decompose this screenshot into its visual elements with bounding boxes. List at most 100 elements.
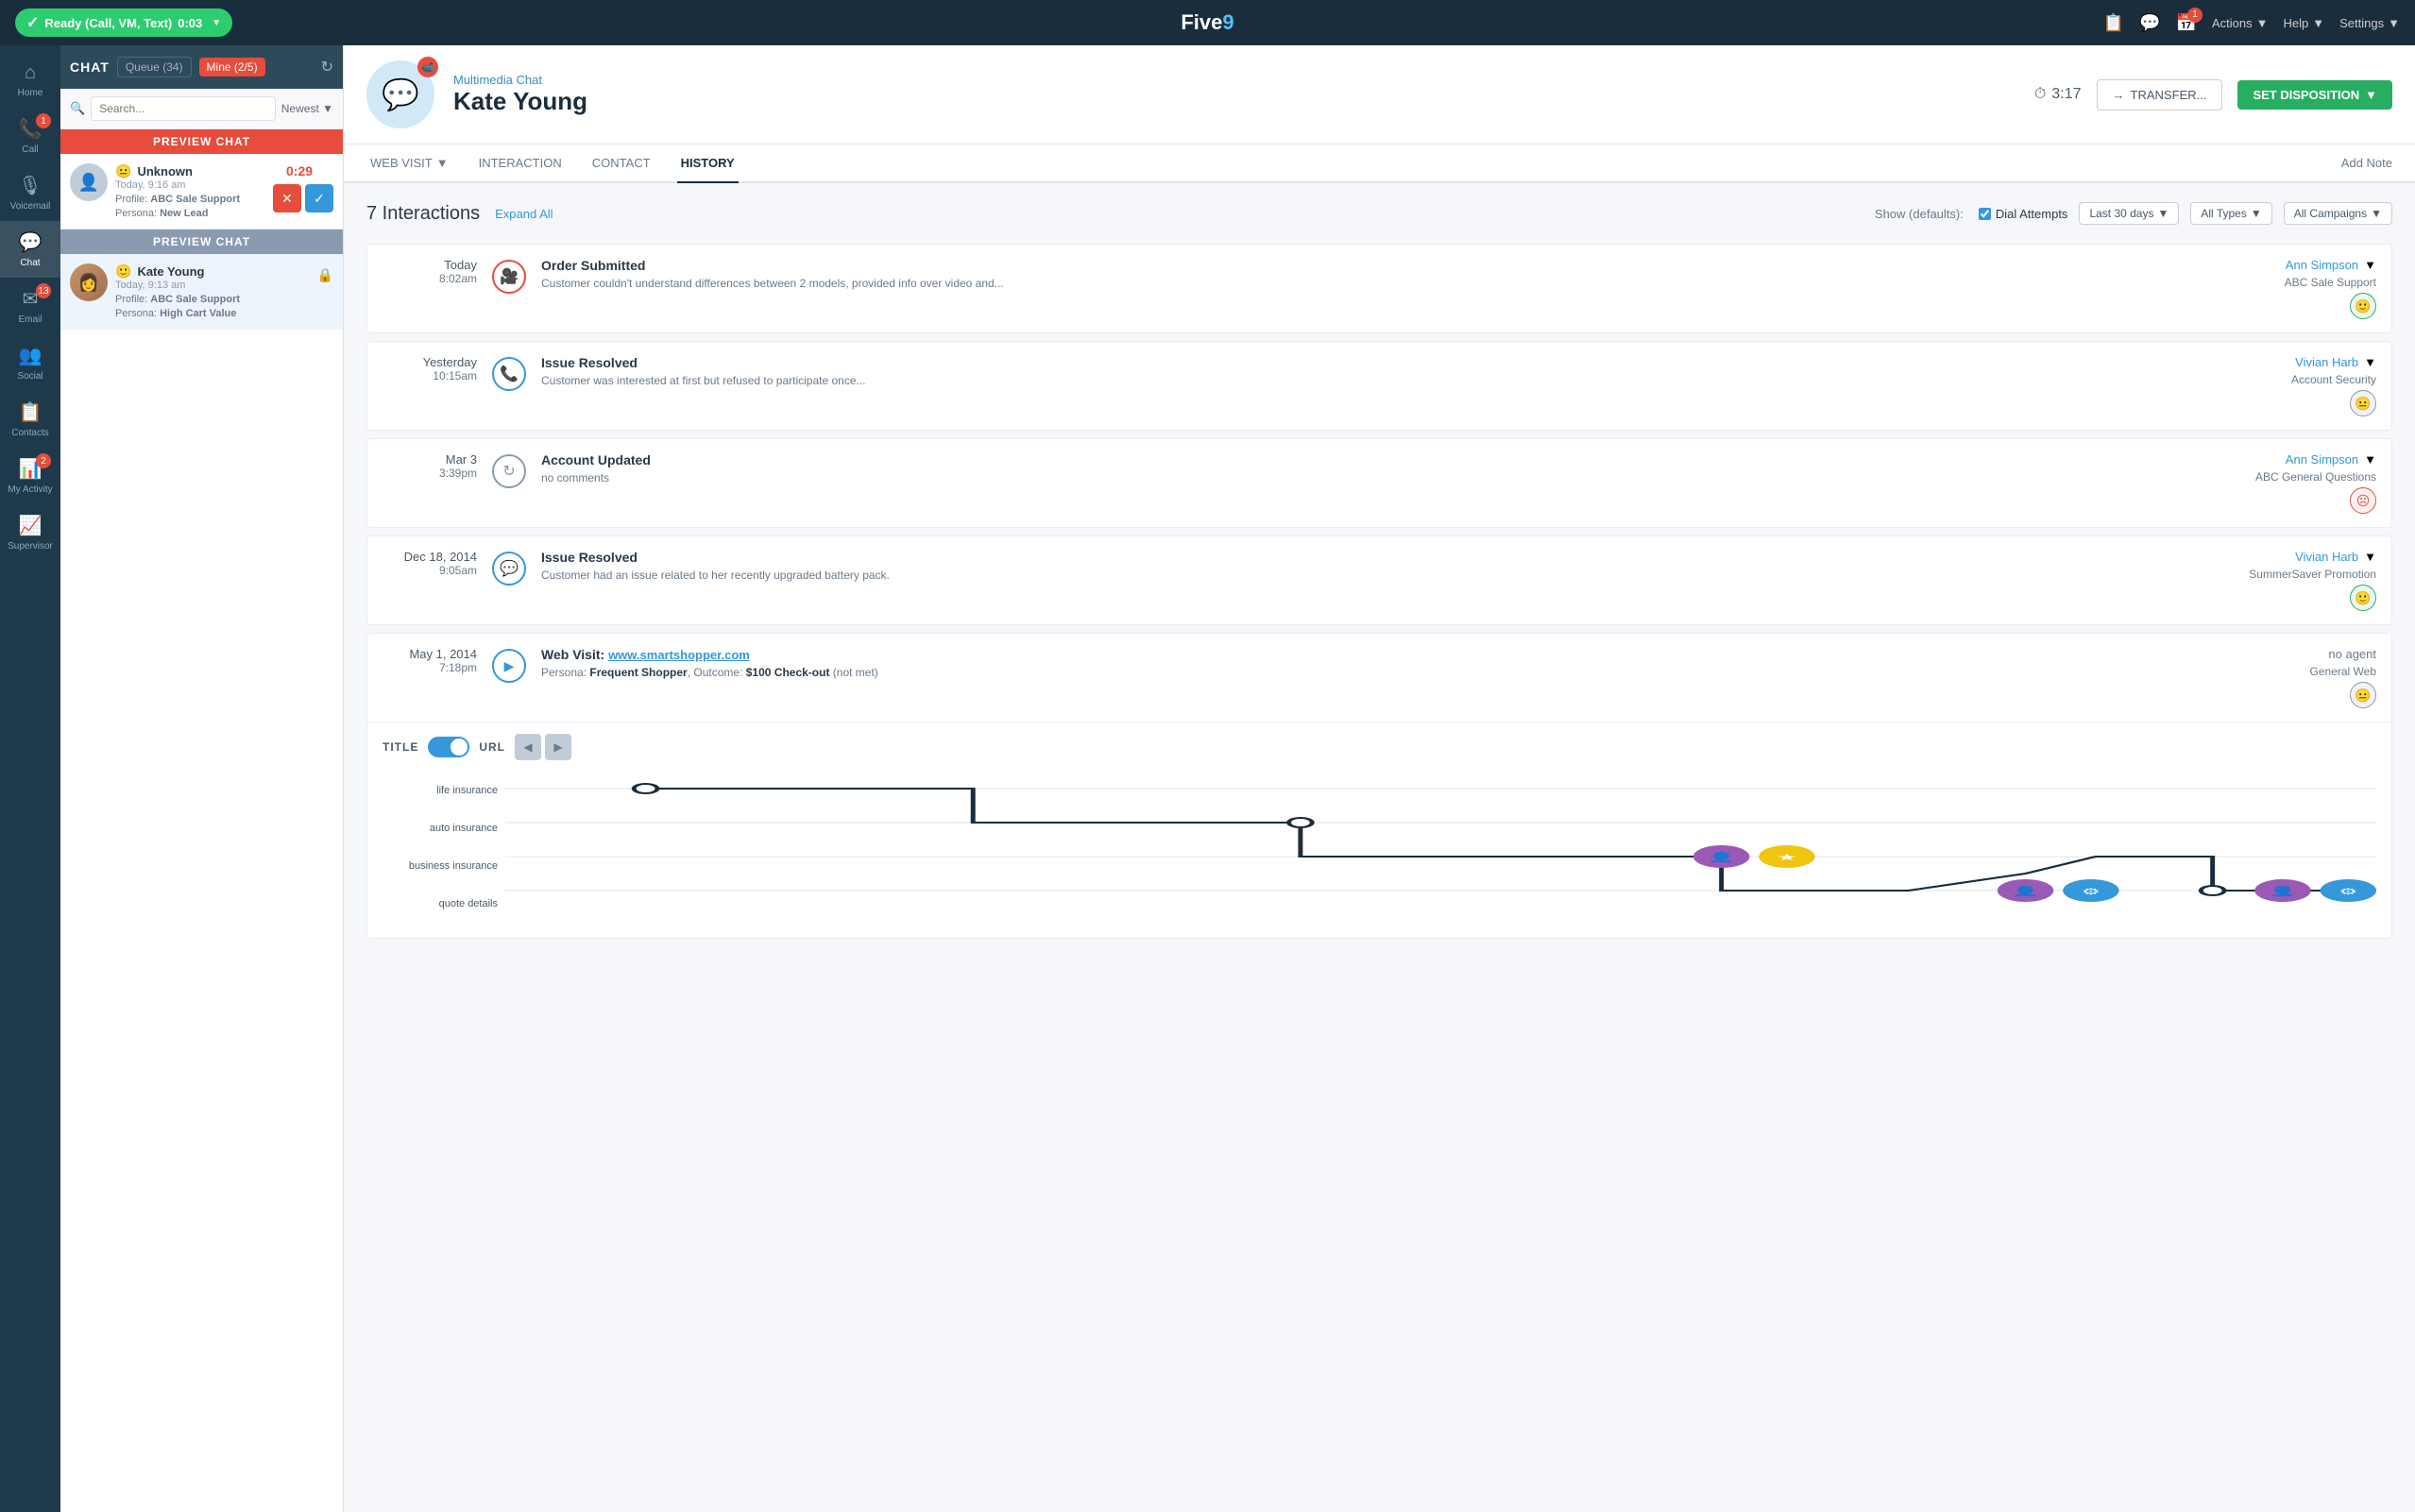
contact-avatar: 💬 📹 — [366, 60, 434, 128]
list-item[interactable]: 👩 🙂 Kate Young Today, 9:13 am Profile: A… — [60, 254, 343, 330]
tab-web-visit[interactable]: WEB VISIT ▼ — [366, 144, 452, 183]
tab-interaction[interactable]: INTERACTION — [475, 144, 566, 183]
call-timer: 3:17 — [2051, 86, 2081, 103]
sidebar-item-home[interactable]: ⌂ Home — [0, 53, 60, 108]
date-label: Today — [383, 258, 477, 272]
sidebar-item-chat[interactable]: 💬 Chat — [0, 221, 60, 278]
set-disposition-button[interactable]: SET DISPOSITION ▼ — [2237, 80, 2392, 110]
ready-dropdown-icon: ▼ — [212, 18, 221, 28]
refresh-button[interactable]: ↻ — [321, 58, 333, 76]
contacts-icon: 📋 — [19, 400, 43, 424]
last-30-days-dropdown[interactable]: Last 30 days ▼ — [2079, 202, 2179, 225]
interaction-title: Issue Resolved — [541, 355, 2172, 370]
agent-name[interactable]: Ann Simpson — [2286, 258, 2358, 272]
web-visit-body: TITLE URL ◀ ▶ l — [367, 722, 2391, 938]
notes-icon[interactable]: 📋 — [2103, 13, 2124, 33]
ready-badge[interactable]: ✓ Ready (Call, VM, Text) 0:03 ▼ — [15, 8, 232, 37]
sentiment-neutral-icon: 😐 — [2350, 390, 2376, 416]
sentiment-positive-icon: 🙂 — [2350, 585, 2376, 611]
settings-dropdown-icon: ▼ — [2388, 16, 2400, 30]
prev-arrow[interactable]: ◀ — [515, 734, 541, 760]
filter-controls: Dial Attempts Last 30 days ▼ All Types ▼… — [1979, 202, 2392, 225]
interaction-icon-col: 🎥 — [492, 258, 526, 294]
sidebar-item-email[interactable]: 13 ✉ Email — [0, 278, 60, 334]
accept-button[interactable]: ✓ — [305, 184, 333, 212]
call-badge: 1 — [36, 113, 51, 128]
sidebar-item-label: My Activity — [8, 484, 52, 495]
settings-menu[interactable]: Settings ▼ — [2339, 16, 2400, 30]
transfer-button[interactable]: → TRANSFER... — [2097, 79, 2223, 110]
mine-button[interactable]: Mine (2/5) — [199, 58, 265, 76]
check-circle-icon: ✓ — [26, 13, 39, 32]
reject-button[interactable]: ✕ — [273, 184, 301, 212]
last-30-days-label: Last 30 days — [2089, 207, 2153, 220]
interaction-item: Mar 3 3:39pm ↻ Account Updated no commen… — [366, 438, 2392, 528]
all-types-dropdown[interactable]: All Types ▼ — [2190, 202, 2271, 225]
journey-track: 👤 ★ 👤 ⚙ 👤 — [505, 772, 2376, 923]
social-icon: 👥 — [19, 344, 43, 367]
interaction-item: Today 8:02am 🎥 Order Submitted Customer … — [366, 244, 2392, 333]
sort-dropdown[interactable]: Newest ▼ — [281, 102, 333, 115]
help-menu[interactable]: Help ▼ — [2284, 16, 2325, 30]
toggle-knob — [451, 739, 468, 756]
interaction-right: Ann Simpson ▼ ABC General Questions ☹ — [2187, 452, 2376, 514]
chat-meta: Profile: ABC Sale Support — [115, 294, 310, 305]
interaction-body: Order Submitted Customer couldn't unders… — [541, 258, 2172, 290]
search-icon: 🔍 — [70, 101, 85, 116]
sidebar-item-my-activity[interactable]: 2 📊 My Activity — [0, 448, 60, 504]
tab-history[interactable]: HISTORY — [677, 144, 739, 183]
tab-contact[interactable]: CONTACT — [588, 144, 655, 183]
calendar-badge: 1 — [2187, 8, 2202, 23]
interaction-right: no agent General Web 😐 — [2187, 647, 2376, 708]
list-item[interactable]: 👤 😐 Unknown Today, 9:16 am Profile: ABC … — [60, 154, 343, 229]
sidebar-item-label: Home — [18, 88, 43, 98]
sidebar-item-social[interactable]: 👥 Social — [0, 334, 60, 391]
interaction-date: Today 8:02am — [383, 258, 477, 285]
sidebar-item-supervisor[interactable]: 📈 Supervisor — [0, 504, 60, 561]
title-url-switch[interactable] — [428, 737, 469, 757]
chat-time: Today, 9:13 am — [115, 280, 310, 291]
sidebar-item-contacts[interactable]: 📋 Contacts — [0, 391, 60, 448]
chat-icon[interactable]: 💬 — [2139, 13, 2160, 33]
interactions-header: 7 Interactions Expand All Show (defaults… — [366, 202, 2392, 225]
interaction-item: Dec 18, 2014 9:05am 💬 Issue Resolved Cus… — [366, 535, 2392, 625]
ready-timer: 0:03 — [178, 16, 202, 30]
actions-label: Actions — [2212, 16, 2253, 30]
next-arrow[interactable]: ▶ — [545, 734, 571, 760]
web-visit-header: May 1, 2014 7:18pm ▶ Web Visit: www.smar… — [367, 634, 2391, 722]
agent-dropdown-icon: ▼ — [2364, 550, 2376, 564]
sidebar-item-call[interactable]: 1 📞 Call — [0, 108, 60, 164]
interaction-body: Account Updated no comments — [541, 452, 2172, 484]
search-input[interactable] — [91, 96, 276, 121]
agent-name[interactable]: Vivian Harb — [2295, 355, 2358, 369]
lock-icon: 🔒 — [317, 267, 333, 283]
tab-label: WEB VISIT — [370, 156, 433, 170]
sidebar-item-label: Supervisor — [8, 541, 53, 552]
web-url[interactable]: www.smartshopper.com — [608, 648, 750, 662]
queue-button[interactable]: Queue (34) — [117, 57, 192, 77]
tab-label: CONTACT — [592, 156, 651, 170]
time-label: 8:02am — [383, 272, 477, 285]
activity-badge: 2 — [36, 453, 51, 468]
help-label: Help — [2284, 16, 2309, 30]
dial-attempts-filter[interactable]: Dial Attempts — [1979, 207, 2068, 221]
campaign-name: General Web — [2310, 665, 2376, 678]
contact-name: Kate Young — [453, 87, 2015, 116]
all-campaigns-dropdown[interactable]: All Campaigns ▼ — [2284, 202, 2392, 225]
add-note-button[interactable]: Add Note — [2341, 156, 2392, 170]
agent-name[interactable]: Vivian Harb — [2295, 550, 2358, 564]
url-toggle-label: URL — [479, 740, 505, 754]
sentiment-emoji: 🙂 — [115, 263, 131, 280]
campaign-name: ABC General Questions — [2255, 470, 2376, 484]
expand-all-button[interactable]: Expand All — [495, 207, 553, 221]
dial-attempts-checkbox[interactable] — [1979, 208, 1991, 220]
agent-name[interactable]: Ann Simpson — [2286, 452, 2358, 467]
date-label: Yesterday — [383, 355, 477, 369]
actions-menu[interactable]: Actions ▼ — [2212, 16, 2269, 30]
chat-meta: Profile: ABC Sale Support — [115, 194, 265, 205]
interaction-right: Vivian Harb ▼ SummerSaver Promotion 🙂 — [2187, 550, 2376, 611]
video-call-icon: 🎥 — [492, 260, 526, 294]
journey-label: business insurance — [383, 849, 498, 883]
calendar-icon[interactable]: 📅 1 — [2176, 13, 2197, 33]
sidebar-item-voicemail[interactable]: 🎙 Voicemail — [0, 164, 60, 221]
